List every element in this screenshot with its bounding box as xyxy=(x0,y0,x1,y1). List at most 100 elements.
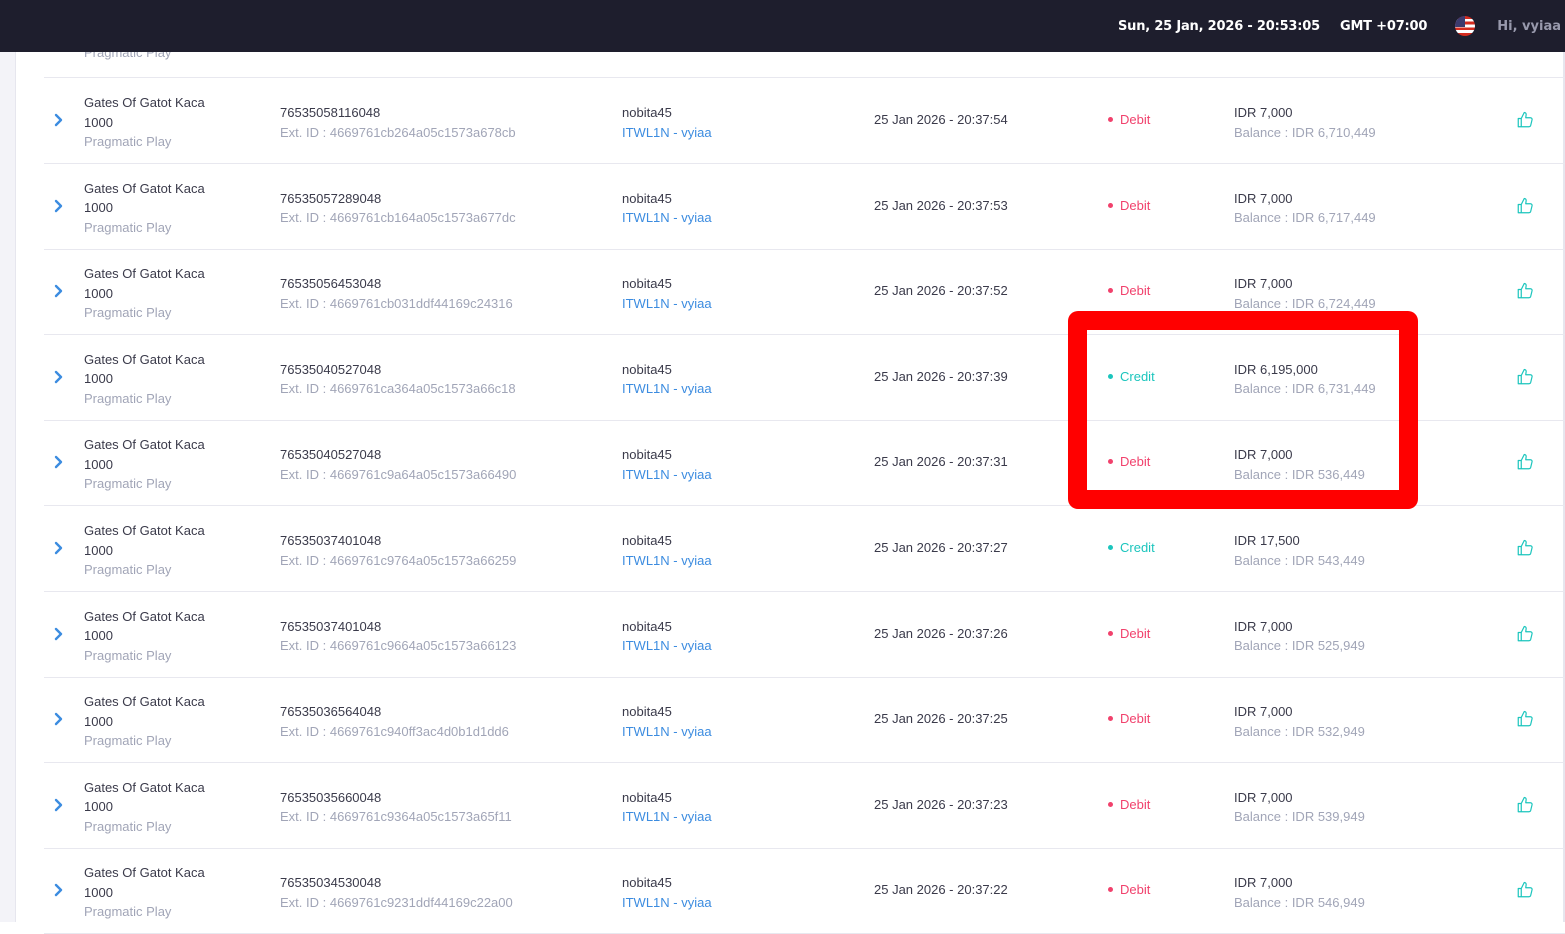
transaction-cell: 76535040527048 Ext. ID : 4669761c9a64a05… xyxy=(280,445,516,484)
agent-link[interactable]: ITWL1N - vyiaa xyxy=(622,893,712,913)
transaction-date: 25 Jan 2026 - 20:37:22 xyxy=(874,882,1008,898)
game-provider: Pragmatic Play xyxy=(84,733,172,749)
transaction-type: Debit xyxy=(1108,112,1150,127)
chevron-right-icon[interactable] xyxy=(53,883,65,897)
balance: Balance : IDR 6,717,449 xyxy=(1234,210,1376,226)
chevron-right-icon[interactable] xyxy=(53,455,65,469)
player-name: nobita45 xyxy=(622,618,672,634)
transaction-date: 25 Jan 2026 - 20:37:23 xyxy=(874,796,1008,812)
player-name: nobita45 xyxy=(622,276,672,292)
player-name: nobita45 xyxy=(622,789,672,805)
table-row: Gates Of Gatot Kaca 1000 Pragmatic Play … xyxy=(44,78,1565,164)
transaction-date: 25 Jan 2026 - 20:37:53 xyxy=(874,197,1008,213)
red-highlight-box xyxy=(1068,311,1418,509)
thumbs-up-icon[interactable] xyxy=(1516,111,1534,129)
amount-cell: IDR 7,000 Balance : IDR 6,717,449 xyxy=(1234,189,1376,228)
thumbs-up-icon[interactable] xyxy=(1516,625,1534,643)
thumbs-up-icon[interactable] xyxy=(1516,453,1534,471)
us-flag-icon[interactable] xyxy=(1455,16,1476,36)
player-name: nobita45 xyxy=(622,190,672,206)
agent-link[interactable]: ITWL1N - vyiaa xyxy=(622,379,712,399)
chevron-right-icon[interactable] xyxy=(53,798,65,812)
agent-link[interactable]: ITWL1N - vyiaa xyxy=(622,722,712,742)
player-cell: nobita45 ITWL1N - vyiaa xyxy=(622,103,712,142)
game-provider: Pragmatic Play xyxy=(84,562,172,577)
transaction-type: Debit xyxy=(1108,882,1150,897)
amount-cell: IDR 7,000 Balance : IDR 6,724,449 xyxy=(1234,274,1376,313)
agent-link[interactable]: ITWL1N - vyiaa xyxy=(622,123,712,143)
thumbs-up-icon[interactable] xyxy=(1516,539,1534,557)
external-id: Ext. ID : 4669761c9a64a05c1573a66490 xyxy=(280,466,517,482)
agent-link[interactable]: ITWL1N - vyiaa xyxy=(622,807,712,827)
balance: Balance : IDR 532,949 xyxy=(1234,723,1365,739)
chevron-right-icon[interactable] xyxy=(53,541,65,555)
agent-link[interactable]: ITWL1N - vyiaa xyxy=(622,551,712,571)
amount: IDR 7,000 xyxy=(1234,704,1293,720)
external-id: Ext. ID : 4669761c9764a05c1573a66259 xyxy=(280,552,517,568)
agent-link[interactable]: ITWL1N - vyiaa xyxy=(622,465,712,485)
agent-link[interactable]: ITWL1N - vyiaa xyxy=(622,294,712,314)
header-datetime: Sun, 25 Jan, 2026 - 20:53:05 xyxy=(1117,18,1320,34)
transaction-type: Debit xyxy=(1108,626,1150,641)
transaction-type-label: Debit xyxy=(1120,882,1151,898)
player-name: nobita45 xyxy=(622,447,672,463)
transaction-type-label: Debit xyxy=(1120,283,1151,299)
chevron-right-icon[interactable] xyxy=(53,370,65,384)
transaction-id: 76535037401048 xyxy=(280,618,382,634)
player-cell: nobita45 ITWL1N - vyiaa xyxy=(622,531,712,570)
external-id: Ext. ID : 4669761c9231ddf44169c22a00 xyxy=(280,894,513,910)
player-name: nobita45 xyxy=(622,704,672,720)
user-greeting[interactable]: Hi, vyiaa xyxy=(1497,19,1561,34)
external-id: Ext. ID : 4669761c9664a05c1573a66123 xyxy=(280,638,517,654)
left-sidebar-edge xyxy=(0,52,16,922)
amount: IDR 7,000 xyxy=(1234,105,1293,120)
transaction-type: Credit xyxy=(1108,540,1155,555)
amount: IDR 7,000 xyxy=(1234,618,1293,634)
player-cell: nobita45 ITWL1N - vyiaa xyxy=(622,274,712,313)
chevron-right-icon[interactable] xyxy=(53,284,65,298)
game-provider: Pragmatic Play xyxy=(84,904,172,920)
thumbs-up-icon[interactable] xyxy=(1516,881,1534,899)
top-header: Sun, 25 Jan, 2026 - 20:53:05 GMT +07:00 … xyxy=(0,0,1565,52)
chevron-right-icon[interactable] xyxy=(53,113,65,127)
transaction-cell: 76535037401048 Ext. ID : 4669761c9664a05… xyxy=(280,617,516,656)
game-cell: Gates Of Gatot Kaca 1000 Pragmatic Play xyxy=(84,521,205,580)
transaction-cell: 76535034530048 Ext. ID : 4669761c9231ddf… xyxy=(280,873,513,912)
thumbs-up-icon[interactable] xyxy=(1516,282,1534,300)
transaction-cell: 76535035660048 Ext. ID : 4669761c9364a05… xyxy=(280,788,512,827)
thumbs-up-icon[interactable] xyxy=(1516,710,1534,728)
thumbs-up-icon[interactable] xyxy=(1516,368,1534,386)
game-variant: 1000 xyxy=(84,285,113,301)
external-id: Ext. ID : 4669761cb031ddf44169c24316 xyxy=(280,295,513,311)
transaction-date: 25 Jan 2026 - 20:37:25 xyxy=(874,711,1008,727)
game-provider: Pragmatic Play xyxy=(84,134,172,149)
player-cell: nobita45 ITWL1N - vyiaa xyxy=(622,189,712,228)
transaction-cell: 76535057289048 Ext. ID : 4669761cb164a05… xyxy=(280,189,516,228)
chevron-right-icon[interactable] xyxy=(53,627,65,641)
amount-cell: IDR 7,000 Balance : IDR 6,710,449 xyxy=(1234,103,1376,142)
game-variant: 1000 xyxy=(84,456,113,472)
transaction-cell: 76535037401048 Ext. ID : 4669761c9764a05… xyxy=(280,531,516,570)
game-name: Gates Of Gatot Kaca xyxy=(84,523,205,538)
transaction-id: 76535035660048 xyxy=(280,789,382,805)
transaction-cell: 76535056453048 Ext. ID : 4669761cb031ddf… xyxy=(280,274,513,313)
table-row: Gates Of Gatot Kaca 1000 Pragmatic Play … xyxy=(44,677,1565,764)
thumbs-up-icon[interactable] xyxy=(1516,796,1534,814)
game-provider: Pragmatic Play xyxy=(84,305,172,321)
game-cell: Gates Of Gatot Kaca 1000 Pragmatic Play xyxy=(84,863,205,922)
thumbs-up-icon[interactable] xyxy=(1516,197,1534,215)
transaction-id: 76535040527048 xyxy=(280,447,382,463)
balance: Balance : IDR 546,949 xyxy=(1234,894,1365,910)
player-name: nobita45 xyxy=(622,533,672,548)
external-id: Ext. ID : 4669761cb264a05c1573a678cb xyxy=(280,124,516,140)
table-row: Gates Of Gatot Kaca 1000 Pragmatic Play … xyxy=(44,506,1565,592)
game-name: Gates Of Gatot Kaca xyxy=(84,865,205,881)
chevron-right-icon[interactable] xyxy=(53,712,65,726)
agent-link[interactable]: ITWL1N - vyiaa xyxy=(622,636,712,656)
game-name: Gates Of Gatot Kaca xyxy=(84,437,205,453)
agent-link[interactable]: ITWL1N - vyiaa xyxy=(622,208,712,228)
game-name: Gates Of Gatot Kaca xyxy=(84,779,205,795)
game-name: Gates Of Gatot Kaca xyxy=(84,694,205,710)
game-variant: 1000 xyxy=(84,628,113,644)
chevron-right-icon[interactable] xyxy=(53,199,65,213)
